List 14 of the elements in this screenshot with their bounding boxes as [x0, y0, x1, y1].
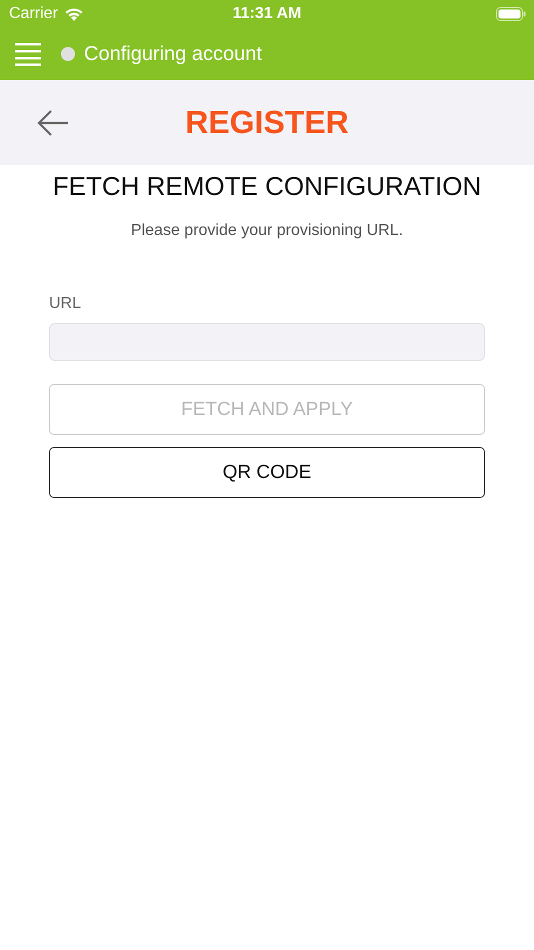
status-dot — [61, 47, 75, 61]
back-arrow-icon[interactable] — [37, 108, 69, 136]
section-heading: FETCH REMOTE CONFIGURATION — [52, 171, 482, 202]
account-status: Configuring account — [84, 42, 262, 66]
wifi-icon — [64, 6, 84, 22]
url-field[interactable] — [49, 323, 485, 361]
url-label: URL — [49, 295, 82, 313]
carrier-name: Carrier — [9, 5, 58, 23]
clock-time: 11:31 AM — [232, 5, 302, 23]
page-title: REGISTER — [184, 104, 350, 141]
menu-icon[interactable] — [15, 42, 41, 66]
qr-code-button[interactable]: QR CODE — [49, 447, 485, 498]
battery-icon — [496, 7, 526, 21]
instruction-text: Please provide your provisioning URL. — [130, 222, 404, 240]
